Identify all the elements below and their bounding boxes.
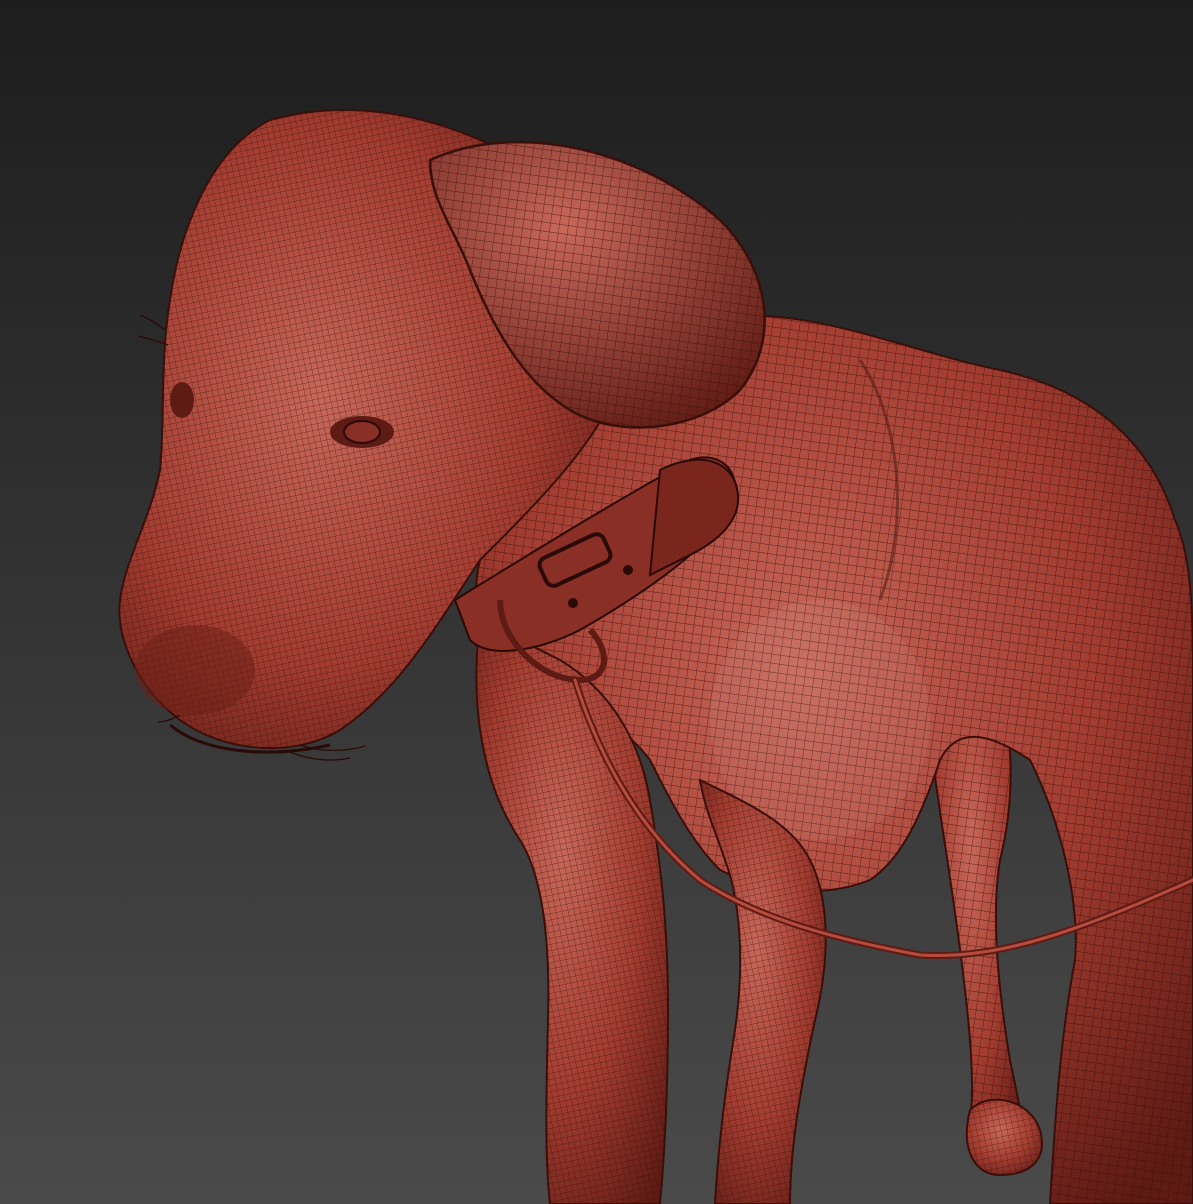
viewport-3d[interactable] [0,0,1193,1204]
dog-nose [135,625,255,715]
dog-render [0,0,1193,1204]
dog-eye-far [170,382,194,418]
dog-eye-near [330,416,394,448]
